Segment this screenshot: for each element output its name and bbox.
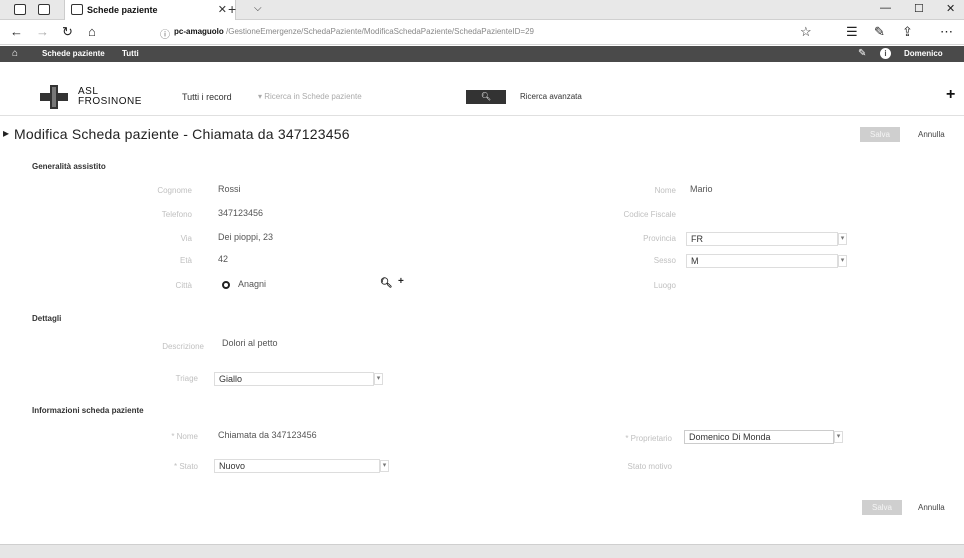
triage-value: Giallo [219, 374, 243, 384]
forward-icon[interactable]: → [36, 24, 49, 39]
share-icon[interactable]: ⇪ [902, 24, 913, 40]
status-bar [0, 544, 964, 558]
home-icon[interactable]: ⌂ [12, 48, 18, 59]
favorite-star-icon[interactable]: ☆ [800, 24, 812, 40]
info-nome-field[interactable]: Chiamata da 347123456 [218, 430, 317, 440]
save-button[interactable]: Salva [860, 127, 900, 142]
info-nome-label: * Nome [171, 432, 198, 441]
search-input[interactable]: ▾ Ricerca in Schede paziente [258, 92, 362, 101]
nome-field[interactable]: Mario [690, 184, 713, 194]
url-field[interactable]: pc-amaguolo /GestioneEmergenze/SchedaPaz… [174, 27, 534, 36]
pen-icon[interactable]: ✎ [874, 24, 885, 40]
sesso-select[interactable]: M ▾ [686, 254, 847, 268]
chevron-down-icon[interactable]: ▾ [838, 233, 847, 245]
add-new-icon[interactable]: + [946, 86, 955, 104]
expand-arrow-icon[interactable]: ▸ [3, 126, 9, 140]
search-icon[interactable]: 🔍︎ [380, 278, 393, 289]
browser-tab-strip: Schede paziente ✕ + ⌵ — ☐ ✕ [0, 0, 964, 20]
favorites-list-icon[interactable]: ☰ [846, 24, 858, 40]
edit-icon[interactable]: ✎ [858, 48, 866, 59]
more-icon[interactable]: ⋯ [940, 24, 953, 40]
proprietario-value: Domenico Di Monda [689, 432, 771, 442]
provincia-label: Provincia [643, 234, 676, 243]
search-button[interactable]: 🔍︎ [466, 90, 506, 104]
tab-actions-icon[interactable] [14, 4, 26, 15]
cancel-link-bottom[interactable]: Annulla [918, 503, 945, 512]
triage-label: Triage [175, 374, 198, 383]
triage-select[interactable]: Giallo ▾ [214, 372, 383, 386]
back-icon[interactable]: ← [10, 24, 23, 39]
nome-label: Nome [654, 186, 676, 195]
chevron-down-icon[interactable]: ▾ [380, 460, 389, 472]
telefono-field[interactable]: 347123456 [218, 208, 263, 218]
info-icon[interactable]: ⓘ [160, 26, 170, 41]
browser-tab[interactable]: Schede paziente ✕ [64, 0, 236, 20]
section-details-heading: Dettagli [32, 314, 62, 323]
section-general-heading: Generalità assistito [32, 162, 106, 171]
descrizione-label: Descrizione [162, 342, 204, 351]
codice-fiscale-label: Codice Fiscale [623, 210, 676, 219]
stato-value: Nuovo [219, 461, 246, 471]
url-path: /GestioneEmergenze/SchedaPaziente/Modifi… [226, 27, 534, 36]
logo-text-frosinone: FROSINONE [78, 96, 142, 107]
cognome-field[interactable]: Rossi [218, 184, 241, 194]
home-icon[interactable]: ⌂ [88, 24, 96, 39]
nav-schede-paziente[interactable]: Schede paziente [42, 49, 105, 58]
search-icon: 🔍︎ [480, 92, 492, 101]
user-name[interactable]: Domenico [904, 49, 943, 58]
search-placeholder: Ricerca in Schede paziente [264, 92, 362, 101]
section-info-heading: Informazioni scheda paziente [32, 406, 144, 415]
tabs-aside-icon[interactable] [38, 4, 50, 15]
descrizione-field[interactable]: Dolori al petto [222, 338, 278, 348]
app-nav-bar: ⌂ Schede paziente Tutti ✎ i Domenico [0, 46, 964, 62]
user-info-icon[interactable]: i [880, 48, 891, 59]
asl-cross-logo-icon [40, 85, 68, 109]
record-selector[interactable]: Tutti i record [182, 92, 232, 102]
citta-label: Città [175, 281, 192, 290]
refresh-icon[interactable]: ↻ [62, 24, 73, 40]
proprietario-lookup[interactable]: Domenico Di Monda ▾ [684, 430, 843, 444]
maximize-icon[interactable]: ☐ [914, 2, 924, 15]
proprietario-label: * Proprietario [625, 434, 672, 443]
chevron-down-icon[interactable]: ▾ [838, 255, 847, 267]
nav-tutti[interactable]: Tutti [122, 49, 139, 58]
page-title: Modifica Scheda paziente - Chiamata da 3… [14, 126, 350, 142]
chevron-down-icon[interactable]: ▾ [374, 373, 383, 385]
address-bar: ← → ↻ ⌂ ⓘ pc-amaguolo /GestioneEmergenze… [0, 20, 964, 45]
new-tab-icon[interactable]: + [228, 1, 236, 17]
stato-label: * Stato [173, 462, 198, 471]
luogo-label: Luogo [653, 281, 676, 290]
sesso-value: M [691, 256, 699, 266]
chevron-down-icon[interactable]: ▾ [834, 431, 843, 443]
tab-title: Schede paziente [87, 5, 158, 15]
via-label: Via [180, 234, 192, 243]
citta-lookup-icon [222, 281, 230, 289]
page-icon [71, 4, 83, 15]
eta-field[interactable]: 42 [218, 254, 228, 264]
sesso-label: Sesso [653, 256, 676, 265]
provincia-select[interactable]: FR ▾ [686, 232, 847, 246]
add-icon[interactable]: + [398, 276, 404, 287]
url-host: pc-amaguolo [174, 27, 224, 36]
close-window-icon[interactable]: ✕ [946, 2, 955, 15]
stato-motivo-label: Stato motivo [627, 462, 672, 471]
save-button-bottom[interactable]: Salva [862, 500, 902, 515]
cancel-link[interactable]: Annulla [918, 130, 945, 139]
stato-select[interactable]: Nuovo ▾ [214, 459, 389, 473]
advanced-search-link[interactable]: Ricerca avanzata [520, 92, 582, 101]
record-selector-label: Tutti i record [182, 92, 232, 102]
minimize-icon[interactable]: — [880, 2, 891, 14]
app-header [0, 62, 964, 116]
close-tab-icon[interactable]: ✕ [218, 3, 227, 16]
tab-menu-chevron-icon[interactable]: ⌵ [254, 3, 262, 14]
via-field[interactable]: Dei pioppi, 23 [218, 232, 273, 242]
telefono-label: Telefono [161, 210, 192, 219]
provincia-value: FR [691, 234, 703, 244]
eta-label: Età [179, 256, 192, 265]
citta-field[interactable]: Anagni [238, 279, 266, 289]
cognome-label: Cognome [157, 186, 192, 195]
